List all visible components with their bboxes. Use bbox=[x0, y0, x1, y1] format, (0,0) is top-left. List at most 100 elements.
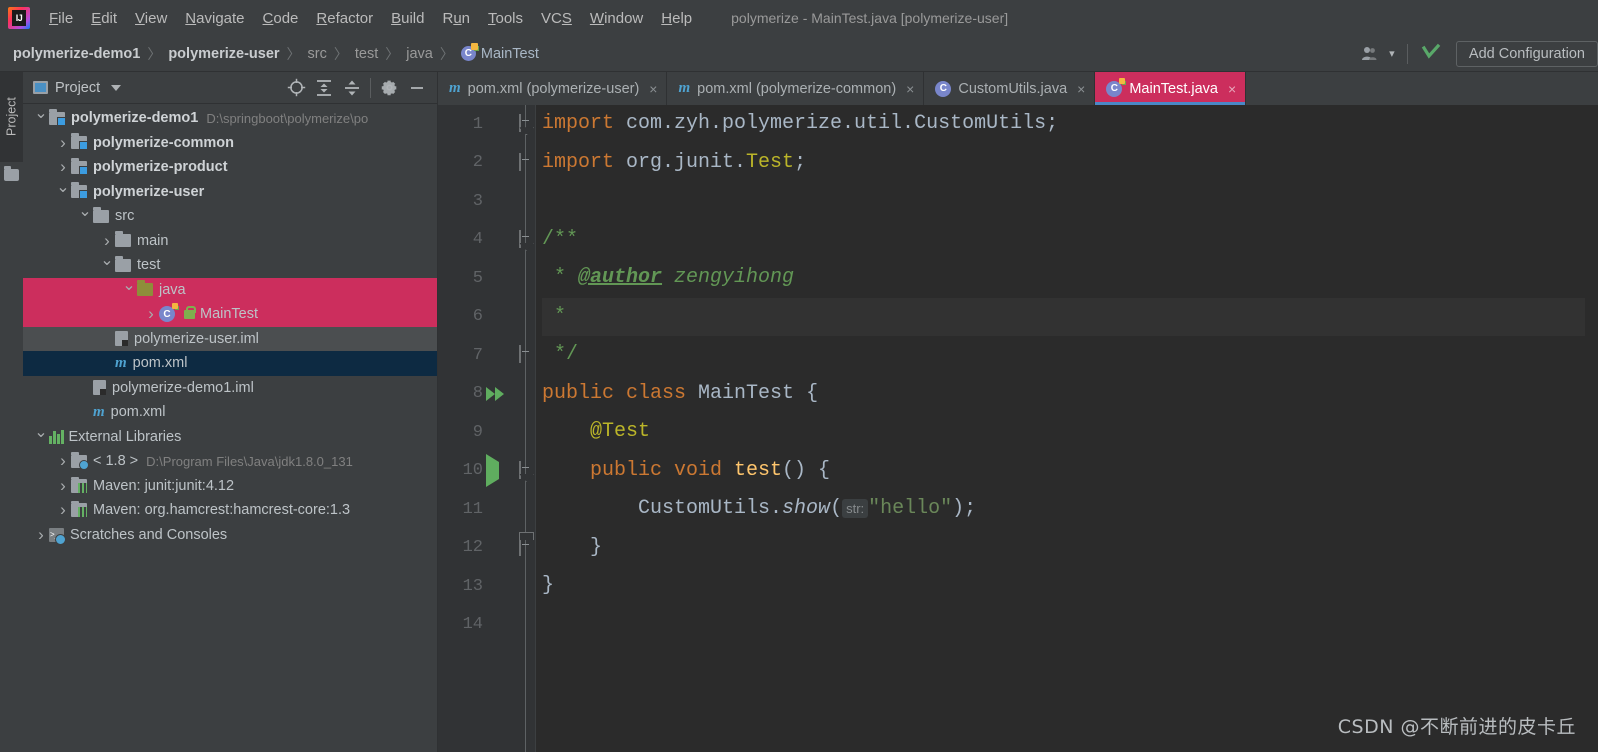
chevron-right-icon[interactable] bbox=[143, 309, 159, 319]
code-fold-icon[interactable] bbox=[519, 537, 521, 557]
menu-item-vcs[interactable]: VCS bbox=[532, 7, 581, 30]
gutter-line[interactable]: 12 bbox=[438, 529, 535, 568]
code-line[interactable]: } bbox=[542, 529, 1598, 568]
tree-item-polymerize-product[interactable]: polymerize-product bbox=[23, 155, 437, 180]
tree-item-java[interactable]: java bbox=[23, 277, 437, 302]
tree-item-external-libraries[interactable]: External Libraries bbox=[23, 425, 437, 450]
tree-item-polymerize-user-iml[interactable]: polymerize-user.iml bbox=[23, 326, 437, 351]
code-fold-icon[interactable] bbox=[519, 114, 521, 133]
code-line[interactable]: * bbox=[542, 297, 1598, 336]
editor-gutter[interactable]: 1 2 3 4 5 6 7 8 9 10 11 12 13 14 bbox=[438, 105, 536, 752]
chevron-down-icon[interactable]: ▾ bbox=[1385, 41, 1399, 67]
gutter-line[interactable]: 10 bbox=[438, 452, 535, 491]
menu-item-tools[interactable]: Tools bbox=[479, 7, 532, 30]
editor-tab-pom-xml-polymerize-user-[interactable]: m pom.xml (polymerize-user) × bbox=[438, 72, 668, 105]
breadcrumb-item-polymerize-demo1[interactable]: polymerize-demo1 bbox=[13, 46, 140, 62]
code-fold-icon[interactable] bbox=[519, 229, 521, 249]
run-class-icon[interactable] bbox=[486, 386, 504, 401]
tree-item-maintest[interactable]: CMainTest bbox=[23, 302, 437, 327]
chevron-right-icon[interactable] bbox=[55, 456, 71, 466]
chevron-down-icon[interactable] bbox=[77, 212, 93, 220]
code-line[interactable]: import com.zyh.polymerize.util.CustomUti… bbox=[542, 105, 1598, 144]
intention-bulb-icon[interactable] bbox=[516, 270, 530, 287]
close-icon[interactable]: × bbox=[906, 81, 914, 97]
gutter-line[interactable]: 8 bbox=[438, 375, 535, 414]
tree-item-scratches[interactable]: >_Scratches and Consoles bbox=[23, 523, 437, 548]
run-method-icon[interactable] bbox=[486, 453, 499, 487]
code-line[interactable]: import org.junit.Test; bbox=[542, 144, 1598, 183]
gutter-line[interactable]: 14 bbox=[438, 606, 535, 645]
menu-item-file[interactable]: File bbox=[40, 7, 82, 30]
editor-tab-maintest-java[interactable]: C MainTest.java × bbox=[1095, 72, 1247, 105]
code-line[interactable]: @Test bbox=[542, 413, 1598, 452]
menu-item-window[interactable]: Window bbox=[581, 7, 652, 30]
chevron-right-icon[interactable] bbox=[55, 162, 71, 172]
tree-item-test[interactable]: test bbox=[23, 253, 437, 278]
chevron-right-icon[interactable] bbox=[33, 530, 49, 540]
tree-item-polymerize-user[interactable]: polymerize-user bbox=[23, 180, 437, 205]
tree-item-pom-xml-user[interactable]: m pom.xml bbox=[23, 351, 437, 376]
tree-item-src[interactable]: src bbox=[23, 204, 437, 229]
menu-item-edit[interactable]: Edit bbox=[82, 7, 126, 30]
code-text[interactable]: import com.zyh.polymerize.util.CustomUti… bbox=[536, 105, 1598, 752]
chevron-down-icon[interactable] bbox=[99, 261, 115, 269]
tree-item-hamcrest[interactable]: Maven: org.hamcrest:hamcrest-core:1.3 bbox=[23, 498, 437, 523]
breadcrumb-item-maintest[interactable]: C MainTest bbox=[460, 43, 539, 62]
menu-item-build[interactable]: Build bbox=[382, 7, 433, 30]
close-icon[interactable]: × bbox=[1077, 81, 1085, 97]
folder-icon[interactable] bbox=[4, 166, 19, 181]
code-line[interactable]: public void test() { bbox=[542, 452, 1598, 491]
tree-item-polymerize-demo1-iml[interactable]: polymerize-demo1.iml bbox=[23, 376, 437, 401]
code-line[interactable]: * @author zengyihong bbox=[542, 259, 1598, 298]
menu-item-navigate[interactable]: Navigate bbox=[176, 7, 253, 30]
tree-item-polymerize-common[interactable]: polymerize-common bbox=[23, 131, 437, 156]
hide-panel-icon[interactable] bbox=[403, 75, 431, 101]
gutter-line[interactable]: 11 bbox=[438, 490, 535, 529]
gutter-line[interactable]: 5 bbox=[438, 259, 535, 298]
editor-tab-customutils-java[interactable]: C CustomUtils.java × bbox=[924, 72, 1096, 105]
menu-item-code[interactable]: Code bbox=[254, 7, 308, 30]
tree-item-jdk[interactable]: < 1.8 > D:\Program Files\Java\jdk1.8.0_13… bbox=[23, 449, 437, 474]
gutter-line[interactable]: 7 bbox=[438, 336, 535, 375]
chevron-right-icon[interactable] bbox=[55, 505, 71, 515]
code-fold-icon[interactable] bbox=[519, 460, 521, 480]
user-avatar-icon[interactable] bbox=[1355, 41, 1385, 67]
menu-item-run[interactable]: Run bbox=[433, 7, 479, 30]
breadcrumb-item-src[interactable]: src bbox=[308, 46, 327, 62]
chevron-right-icon[interactable] bbox=[55, 138, 71, 148]
code-line[interactable]: } bbox=[542, 567, 1598, 606]
chevron-right-icon[interactable] bbox=[99, 236, 115, 246]
code-line[interactable]: /** bbox=[542, 221, 1598, 260]
chevron-down-icon[interactable] bbox=[33, 433, 49, 441]
gutter-line[interactable]: 13 bbox=[438, 567, 535, 606]
locate-target-icon[interactable] bbox=[282, 75, 310, 101]
editor-tab-pom-xml-polymerize-common-[interactable]: m pom.xml (polymerize-common) × bbox=[667, 72, 925, 105]
code-line[interactable]: public class MainTest { bbox=[542, 375, 1598, 414]
search-everywhere-icon[interactable] bbox=[1416, 41, 1446, 67]
chevron-right-icon[interactable] bbox=[55, 481, 71, 491]
gutter-line[interactable]: 4 bbox=[438, 221, 535, 260]
code-fold-icon[interactable] bbox=[519, 345, 521, 364]
add-configuration-button[interactable]: Add Configuration bbox=[1455, 40, 1598, 67]
tree-item-junit[interactable]: Maven: junit:junit:4.12 bbox=[23, 474, 437, 499]
gutter-line[interactable]: 3 bbox=[438, 182, 535, 221]
collapse-all-icon[interactable] bbox=[338, 75, 366, 101]
close-icon[interactable]: × bbox=[1228, 81, 1236, 97]
close-icon[interactable]: × bbox=[649, 81, 657, 97]
gutter-line[interactable]: 1 bbox=[438, 105, 535, 144]
code-fold-icon[interactable] bbox=[519, 152, 521, 172]
settings-gear-icon[interactable] bbox=[375, 75, 403, 101]
chevron-down-icon[interactable] bbox=[121, 286, 137, 294]
code-line[interactable]: */ bbox=[542, 336, 1598, 375]
menu-item-view[interactable]: View bbox=[126, 7, 176, 30]
tree-item-polymerize-demo1[interactable]: polymerize-demo1 D:\springboot\polymerize… bbox=[23, 106, 437, 131]
tree-item-main[interactable]: main bbox=[23, 229, 437, 254]
expand-all-icon[interactable] bbox=[310, 75, 338, 101]
chevron-down-icon[interactable] bbox=[55, 188, 71, 196]
gutter-line[interactable]: 9 bbox=[438, 413, 535, 452]
gutter-line[interactable]: 2 bbox=[438, 144, 535, 183]
editor-marker-strip[interactable] bbox=[1585, 105, 1598, 752]
code-line[interactable] bbox=[542, 606, 1598, 645]
breadcrumb-item-test[interactable]: test bbox=[355, 46, 378, 62]
gutter-line[interactable]: 6 bbox=[438, 298, 535, 337]
